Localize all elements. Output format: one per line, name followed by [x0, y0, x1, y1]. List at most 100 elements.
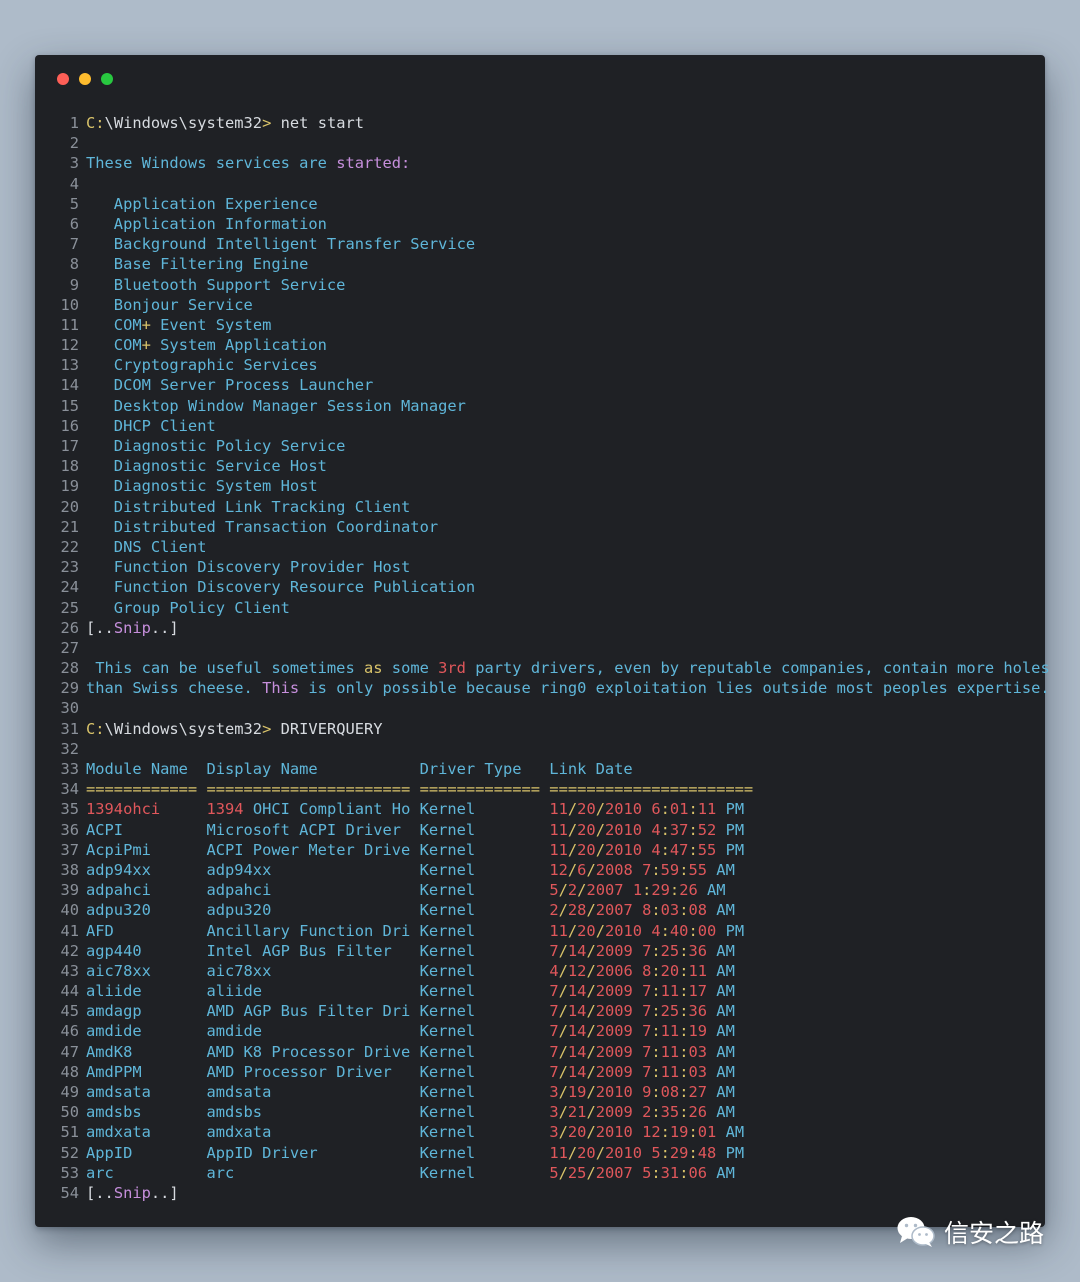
line-text: adpu320 adpu320 Kernel 2/28/2007 8:03:08…: [86, 901, 735, 920]
terminal-line: 52 AppID AppID Driver Kernel 11/20/2010 5…: [53, 1143, 1045, 1163]
terminal-line: 17 Diagnostic Policy Service: [53, 436, 1045, 456]
line-text: C:\Windows\system32> DRIVERQUERY: [86, 719, 383, 738]
minimize-button[interactable]: [79, 73, 91, 85]
line-number: 50: [60, 1103, 79, 1122]
line-number: 19: [60, 477, 79, 496]
line-number: 43: [60, 961, 79, 980]
terminal-line: 53 arc arc Kernel 5/25/2007 5:31:06 AM: [53, 1163, 1045, 1183]
line-text: Desktop Window Manager Session Manager: [86, 396, 466, 415]
line-number: 39: [60, 881, 79, 900]
line-text: Group Policy Client: [86, 598, 290, 617]
line-number: 35: [60, 800, 79, 819]
terminal-line: 5 Application Experience: [53, 194, 1045, 214]
line-number: 18: [60, 457, 79, 476]
line-text: [79, 174, 86, 194]
line-text: amdide amdide Kernel 7/14/2009 7:11:19 A…: [86, 1022, 735, 1041]
terminal-line: 26 [..Snip..]: [53, 618, 1045, 638]
line-text: amdsbs amdsbs Kernel 3/21/2009 2:35:26 A…: [86, 1103, 735, 1122]
terminal-line: 14 DCOM Server Process Launcher: [53, 375, 1045, 395]
close-button[interactable]: [57, 73, 69, 85]
line-number: 54: [60, 1183, 79, 1202]
line-number: 49: [60, 1083, 79, 1101]
line-number: 46: [60, 1022, 79, 1041]
terminal-line: 22 DNS Client: [53, 537, 1045, 557]
line-text: Function Discovery Provider Host: [86, 558, 411, 577]
line-text: amdagp AMD AGP Bus Filter Dri Kernel 7/1…: [86, 1002, 735, 1021]
line-text: Diagnostic Policy Service: [86, 437, 346, 455]
line-text: Diagnostic System Host: [86, 477, 318, 496]
line-number: 24: [60, 578, 79, 597]
terminal-line: 25 Group Policy Client: [53, 598, 1045, 618]
line-text: adp94xx adp94xx Kernel 12/6/2008 7:59:55…: [86, 860, 735, 879]
terminal-line: 41 AFD Ancillary Function Dri Kernel 11/2…: [53, 921, 1045, 941]
terminal-line: 9 Bluetooth Support Service: [53, 275, 1045, 295]
line-number: 1: [69, 114, 79, 132]
line-number: 20: [60, 497, 79, 516]
terminal-line: 33 Module Name Display Name Driver Type L…: [53, 759, 1045, 779]
terminal-line: 48 AmdPPM AMD Processor Driver Kernel 7/1…: [53, 1062, 1045, 1082]
terminal-line: 21 Distributed Transaction Coordinator: [53, 517, 1045, 537]
terminal-line: 11 COM+ Event System: [53, 315, 1045, 335]
terminal-line: 2: [53, 133, 1045, 153]
line-number: 21: [60, 517, 79, 536]
line-number: 45: [60, 1002, 79, 1021]
terminal-line: 29 than Swiss cheese. This is only possib…: [53, 678, 1049, 698]
line-number: 32: [60, 739, 79, 758]
line-number: 22: [60, 537, 79, 556]
terminal-output: 1 C:\Windows\system32> net start 2 3 These W…: [53, 113, 1049, 1203]
terminal-line: 49 amdsata amdsata Kernel 3/19/2010 9:08:…: [53, 1082, 1045, 1102]
terminal-line: 23 Function Discovery Provider Host: [53, 557, 1045, 577]
terminal-line: 32: [53, 739, 1045, 759]
terminal-line: 43 aic78xx aic78xx Kernel 4/12/2006 8:20:…: [53, 961, 1045, 981]
line-text: DCOM Server Process Launcher: [86, 376, 374, 395]
terminal-line: 20 Distributed Link Tracking Client: [53, 497, 1045, 517]
terminal-line: 51 amdxata amdxata Kernel 3/20/2010 12:19…: [53, 1122, 1045, 1142]
terminal-line: 19 Diagnostic System Host: [53, 476, 1045, 496]
terminal-line: 18 Diagnostic Service Host: [53, 456, 1045, 476]
line-text: COM+ System Application: [86, 336, 327, 355]
line-text: amdsata amdsata Kernel 3/19/2010 9:08:27…: [86, 1083, 735, 1101]
line-number: 7: [69, 235, 79, 254]
line-number: 36: [60, 820, 79, 839]
line-text: than Swiss cheese. This is only possible…: [86, 679, 1050, 698]
line-number: 30: [60, 699, 79, 718]
terminal-line: 4: [53, 174, 1045, 194]
line-text: ============ ====================== ====…: [86, 780, 754, 799]
line-number: 14: [60, 376, 79, 395]
line-number: 11: [60, 315, 79, 334]
terminal-line: 6 Application Information: [53, 214, 1045, 234]
line-text: Function Discovery Resource Publication: [86, 578, 476, 597]
line-number: 23: [60, 558, 79, 577]
line-text: Bonjour Service: [86, 295, 253, 314]
line-number: 38: [60, 860, 79, 879]
line-number: 52: [60, 1143, 79, 1162]
watermark: 信安之路: [896, 1214, 1044, 1250]
terminal-line: 28 This can be useful sometimes as some …: [53, 658, 1049, 678]
line-text: agp440 Intel AGP Bus Filter Kernel 7/14/…: [86, 941, 735, 960]
line-number: 40: [60, 901, 79, 920]
line-text: Distributed Link Tracking Client: [86, 497, 411, 516]
line-number: 41: [60, 921, 79, 940]
line-text: arc arc Kernel 5/25/2007 5:31:06 AM: [86, 1163, 735, 1182]
line-number: 27: [60, 638, 79, 657]
maximize-button[interactable]: [101, 73, 113, 85]
terminal-line: 50 amdsbs amdsbs Kernel 3/21/2009 2:35:26…: [53, 1102, 1045, 1122]
line-number: 44: [60, 982, 79, 1001]
line-number: 10: [60, 295, 79, 314]
line-text: DHCP Client: [86, 416, 216, 435]
wechat-icon: [897, 1217, 935, 1247]
line-text: [79, 698, 86, 718]
terminal-line: 37 AcpiPmi ACPI Power Meter Drive Kernel …: [53, 840, 1045, 860]
terminal-line: 31 C:\Windows\system32> DRIVERQUERY: [53, 719, 1045, 739]
terminal-line: 38 adp94xx adp94xx Kernel 12/6/2008 7:59:…: [53, 860, 1045, 880]
terminal-line: 8 Base Filtering Engine: [53, 254, 1045, 274]
terminal-line: 44 aliide aliide Kernel 7/14/2009 7:11:17…: [53, 981, 1045, 1001]
line-text: aliide aliide Kernel 7/14/2009 7:11:17 A…: [86, 982, 735, 1001]
line-number: 12: [60, 336, 79, 355]
terminal-line: 3 These Windows services are started:: [53, 153, 1045, 173]
line-text: amdxata amdxata Kernel 3/20/2010 12:19:0…: [86, 1123, 745, 1142]
line-number: 6: [69, 214, 79, 233]
line-number: 2: [69, 134, 79, 153]
line-text: Module Name Display Name Driver Type Lin…: [86, 760, 633, 778]
terminal-line: 27: [53, 638, 1045, 658]
